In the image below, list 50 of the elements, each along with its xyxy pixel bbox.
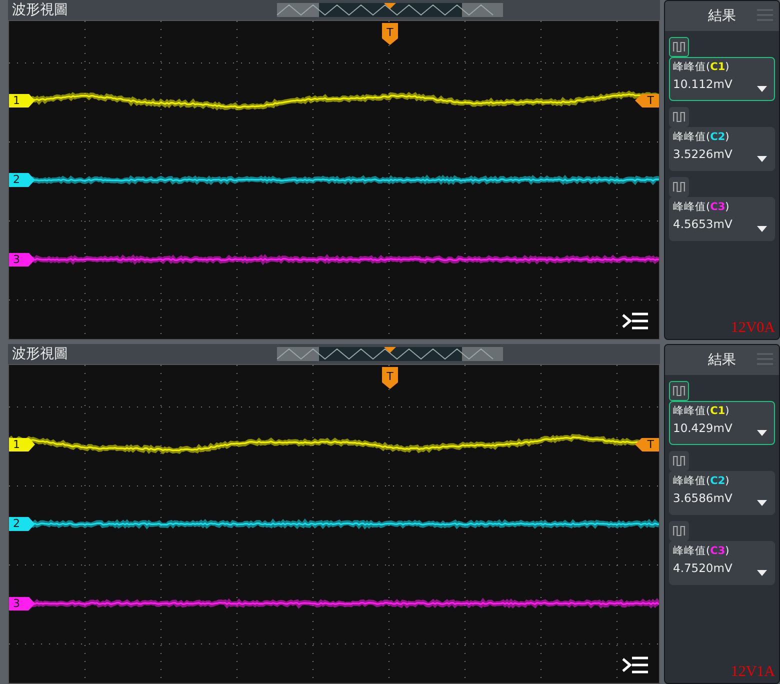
- panel-title: 波形視圖: [11, 1, 68, 19]
- results-title: 結果: [708, 351, 736, 369]
- pulse-icon[interactable]: [669, 451, 689, 471]
- measurement-label: 峰峰值(C2): [673, 474, 730, 488]
- measurement-card[interactable]: 峰峰值(C1) 10.429mV: [669, 401, 775, 445]
- expand-menu-icon[interactable]: [621, 655, 649, 675]
- measurement-card[interactable]: 峰峰值(C2) 3.5226mV: [669, 127, 775, 171]
- panel-title: 波形視圖: [11, 345, 68, 363]
- pulse-icon[interactable]: [669, 177, 689, 197]
- measurement-card[interactable]: 峰峰值(C3) 4.7520mV: [669, 541, 775, 585]
- dropdown-caret-icon[interactable]: [757, 570, 767, 576]
- measurement-value: 10.429mV: [673, 421, 732, 435]
- results-title: 結果: [708, 7, 736, 25]
- measurement-label: 峰峰值(C3): [673, 544, 730, 558]
- timebase-overview[interactable]: [277, 3, 503, 17]
- expand-menu-icon[interactable]: [621, 311, 649, 331]
- pulse-icon[interactable]: [669, 107, 689, 127]
- channel-number[interactable]: 1: [9, 94, 35, 108]
- channel-number[interactable]: 1: [9, 438, 35, 452]
- trigger-position-marker[interactable]: T: [382, 23, 398, 45]
- dropdown-caret-icon[interactable]: [757, 500, 767, 506]
- channel-number[interactable]: 2: [9, 517, 35, 531]
- measurement-value: 3.5226mV: [673, 147, 732, 161]
- pulse-icon[interactable]: [669, 521, 689, 541]
- dropdown-caret-icon[interactable]: [757, 86, 767, 92]
- annotation-text: 12V0A: [730, 320, 776, 338]
- trigger-position-marker[interactable]: T: [382, 367, 398, 389]
- channel-number[interactable]: 2: [9, 173, 35, 187]
- measurement-label: 峰峰值(C1): [673, 404, 730, 418]
- measurement-label: 峰峰值(C2): [673, 130, 730, 144]
- measurement-card[interactable]: 峰峰值(C1) 10.112mV: [669, 57, 775, 101]
- measurement-value: 3.6586mV: [673, 491, 732, 505]
- trigger-level-marker[interactable]: T: [635, 94, 659, 108]
- pulse-icon[interactable]: [669, 37, 689, 57]
- annotation-text: 12V1A: [730, 664, 776, 682]
- pulse-icon[interactable]: [669, 381, 689, 401]
- measurement-value: 4.5653mV: [673, 217, 732, 231]
- dropdown-caret-icon[interactable]: [757, 156, 767, 162]
- measurement-card[interactable]: 峰峰值(C2) 3.6586mV: [669, 471, 775, 515]
- measurement-label: 峰峰值(C3): [673, 200, 730, 214]
- measurement-value: 10.112mV: [673, 77, 732, 91]
- channel-number[interactable]: 3: [9, 252, 35, 266]
- trigger-level-marker[interactable]: T: [635, 438, 659, 452]
- channel-number[interactable]: 3: [9, 596, 35, 610]
- measurement-card[interactable]: 峰峰值(C3) 4.5653mV: [669, 197, 775, 241]
- measurement-label: 峰峰值(C1): [673, 60, 730, 74]
- timebase-overview[interactable]: [277, 347, 503, 361]
- measurement-value: 4.7520mV: [673, 561, 732, 575]
- dropdown-caret-icon[interactable]: [757, 226, 767, 232]
- dropdown-caret-icon[interactable]: [757, 430, 767, 436]
